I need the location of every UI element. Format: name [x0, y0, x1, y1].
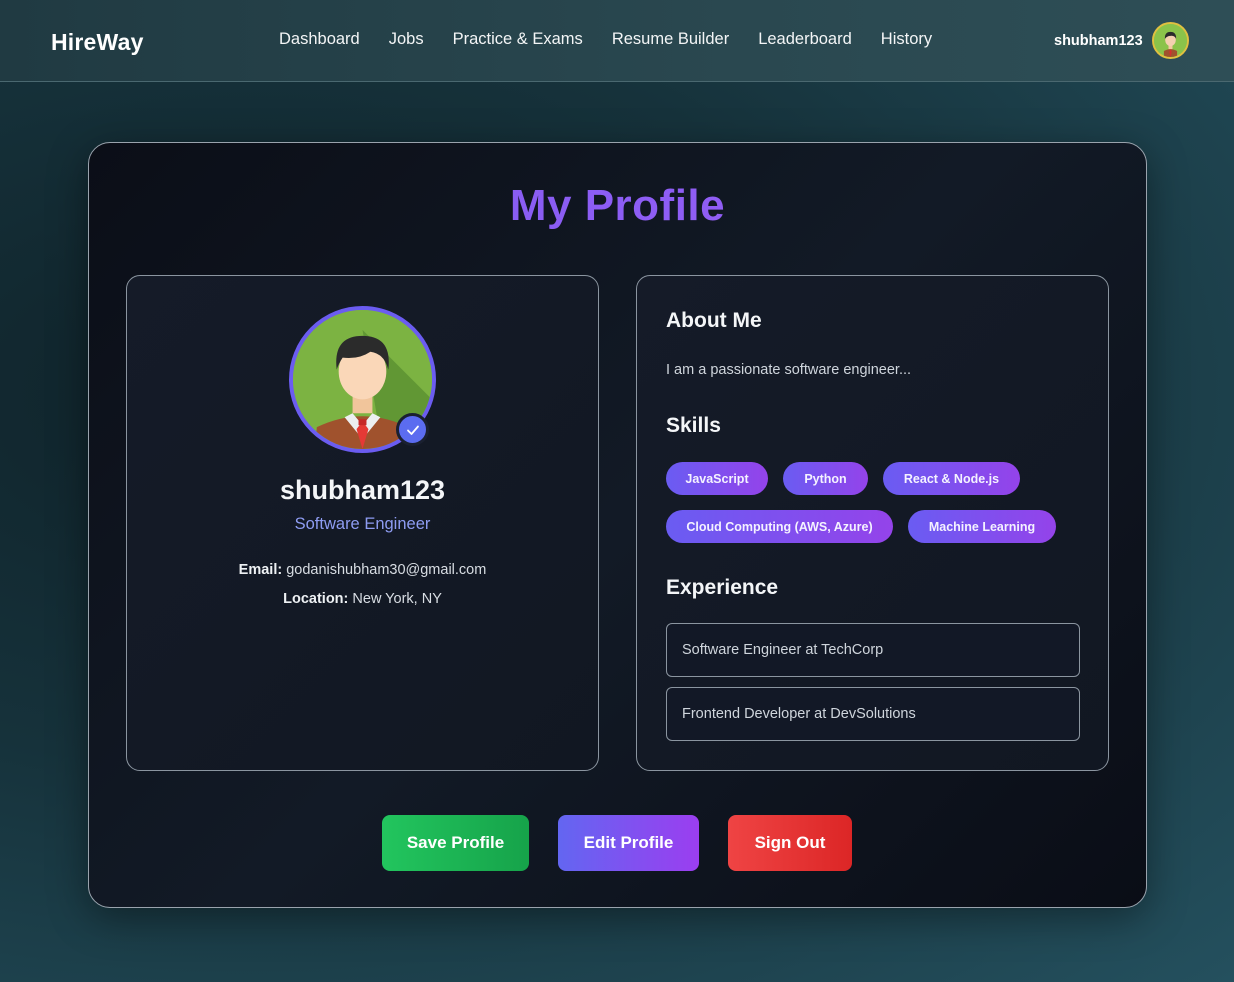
nav-links: Dashboard Jobs Practice & Exams Resume B… — [279, 30, 932, 49]
skill-chip[interactable]: Machine Learning — [908, 510, 1056, 543]
location-label: Location: — [283, 591, 349, 607]
nav-link-jobs[interactable]: Jobs — [389, 30, 424, 49]
email-value: godanishubham30@gmail.com — [286, 562, 487, 578]
skill-chip[interactable]: Cloud Computing (AWS, Azure) — [666, 510, 893, 543]
nav-link-dashboard[interactable]: Dashboard — [279, 30, 360, 49]
page-title: My Profile — [89, 181, 1146, 231]
skill-chip[interactable]: React & Node.js — [883, 462, 1020, 495]
skills-heading: Skills — [666, 414, 721, 437]
about-heading: About Me — [666, 309, 762, 332]
nav-link-history[interactable]: History — [881, 30, 932, 49]
nav-link-leaderboard[interactable]: Leaderboard — [758, 30, 852, 49]
experience-item: Frontend Developer at DevSolutions — [666, 687, 1080, 741]
top-navbar: HireWay Dashboard Jobs Practice & Exams … — [0, 0, 1234, 82]
brand-logo[interactable]: HireWay — [51, 29, 144, 56]
email-label: Email: — [238, 562, 283, 578]
nav-username[interactable]: shubham123 — [1054, 33, 1143, 49]
profile-email: Email: godanishubham30@gmail.com — [127, 562, 598, 578]
profile-role: Software Engineer — [294, 515, 431, 533]
nav-link-resume-builder[interactable]: Resume Builder — [612, 30, 729, 49]
profile-card: My Profile shubham123 Software Engineer … — [88, 142, 1147, 908]
nav-link-practice-exams[interactable]: Practice & Exams — [453, 30, 583, 49]
profile-summary-panel: shubham123 Software Engineer Email: goda… — [126, 275, 599, 771]
edit-profile-button[interactable]: Edit Profile — [558, 815, 699, 871]
verified-check-icon — [396, 413, 429, 446]
profile-location: Location: New York, NY — [127, 591, 598, 607]
save-profile-button[interactable]: Save Profile — [382, 815, 529, 871]
skill-chip[interactable]: JavaScript — [666, 462, 768, 495]
about-text: I am a passionate software engineer... — [666, 362, 912, 378]
sign-out-button[interactable]: Sign Out — [728, 815, 852, 871]
nav-user-menu[interactable]: shubham123 — [1054, 22, 1189, 59]
profile-name: shubham123 — [279, 475, 446, 505]
experience-item: Software Engineer at TechCorp — [666, 623, 1080, 677]
experience-heading: Experience — [666, 576, 779, 599]
location-value: New York, NY — [352, 591, 442, 607]
skill-chip[interactable]: Python — [783, 462, 868, 495]
profile-avatar — [289, 306, 436, 453]
user-avatar-icon[interactable] — [1151, 22, 1189, 59]
profile-details-panel: About Me I am a passionate software engi… — [636, 275, 1109, 771]
